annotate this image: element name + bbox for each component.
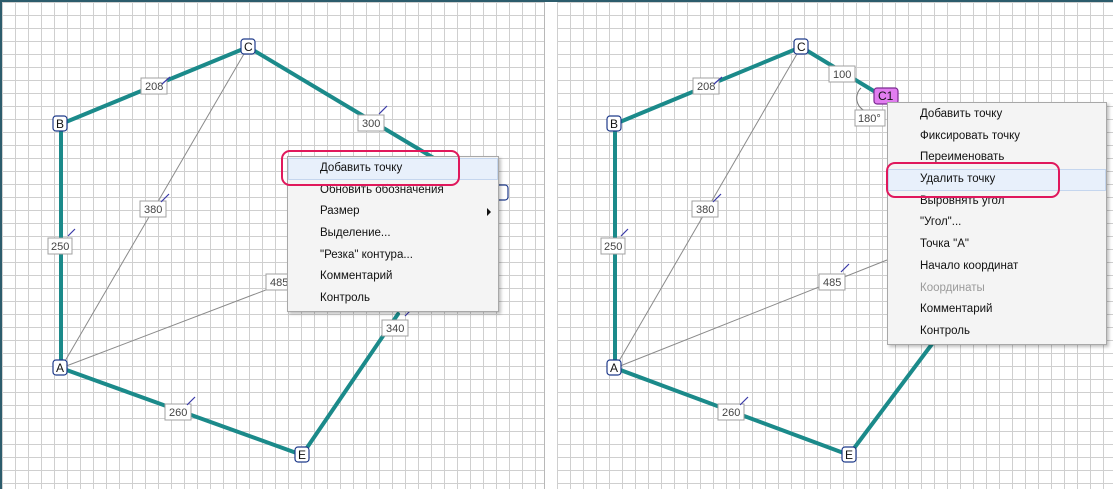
- right-canvas[interactable]: 208 100 250 380 485 260 180° C C1 B A E …: [557, 2, 1113, 489]
- vertex-c[interactable]: C: [240, 38, 256, 55]
- svg-text:180°: 180°: [858, 113, 881, 125]
- vertex-a[interactable]: A: [52, 359, 68, 376]
- panel-gap: [545, 2, 557, 489]
- svg-text:250: 250: [604, 241, 622, 253]
- edge-c-right: [246, 45, 439, 162]
- svg-text:C: C: [244, 40, 253, 54]
- menu-item-update-labels[interactable]: Обновить обозначения: [288, 180, 498, 202]
- edge-label-bc[interactable]: 208: [140, 76, 171, 95]
- svg-text:380: 380: [144, 204, 162, 216]
- menu-item-cut-contour[interactable]: "Резка" контура...: [288, 245, 498, 267]
- menu-item-point-a[interactable]: Точка "А": [888, 234, 1106, 256]
- svg-text:C: C: [797, 40, 806, 54]
- menu-item-size[interactable]: Размер: [288, 201, 498, 223]
- right-context-menu: Добавить точку Фиксировать точку Переиме…: [887, 102, 1107, 345]
- vertex-c[interactable]: C: [793, 38, 809, 55]
- edge-label-diagonal-ac[interactable]: 380: [139, 193, 170, 218]
- svg-text:A: A: [610, 361, 618, 375]
- svg-text:340: 340: [386, 323, 404, 335]
- diagonal-a-right: [614, 259, 888, 369]
- svg-text:485: 485: [270, 277, 288, 289]
- menu-item-selection[interactable]: Выделение...: [288, 223, 498, 245]
- svg-text:C1: C1: [878, 89, 894, 103]
- vertex-a[interactable]: A: [606, 359, 622, 376]
- edge-e-right: [847, 338, 937, 457]
- svg-text:250: 250: [51, 241, 69, 253]
- menu-item-fix-point[interactable]: Фиксировать точку: [888, 126, 1106, 148]
- edge-label-c-right[interactable]: 300: [357, 105, 388, 132]
- menu-item-coordinates: Координаты: [920, 281, 985, 294]
- menu-item-comment[interactable]: Комментарий: [288, 266, 498, 288]
- menu-item-add-point[interactable]: Добавить точку: [888, 104, 1106, 126]
- vertex-e[interactable]: E: [294, 446, 310, 463]
- vertex-e[interactable]: E: [841, 446, 857, 463]
- left-context-menu: Добавить точку Обновить обозначения Разм…: [287, 156, 499, 312]
- svg-text:300: 300: [362, 118, 380, 130]
- svg-text:B: B: [610, 117, 618, 131]
- submenu-arrow-icon: [487, 208, 491, 217]
- menu-item-control[interactable]: Контроль: [888, 321, 1106, 343]
- svg-text:380: 380: [696, 204, 714, 216]
- svg-text:100: 100: [833, 69, 851, 81]
- svg-text:B: B: [56, 117, 64, 131]
- edge-label-bc[interactable]: 208: [692, 76, 723, 95]
- svg-text:485: 485: [823, 277, 841, 289]
- edge-label-diagonal-a-right[interactable]: 485: [818, 263, 850, 291]
- edge-label-ae[interactable]: 260: [717, 396, 749, 421]
- menu-item-rename[interactable]: Переименовать: [888, 147, 1106, 169]
- menu-item-control[interactable]: Контроль: [288, 288, 498, 310]
- menu-item-size-label: Размер: [320, 205, 360, 218]
- edge-label-ae[interactable]: 260: [164, 396, 196, 421]
- menu-item-comment[interactable]: Комментарий: [888, 299, 1106, 321]
- left-canvas[interactable]: 208 300 250 380 485 340 260 C B A E Доба…: [2, 2, 545, 489]
- menu-item-add-point[interactable]: Добавить точку: [288, 158, 498, 180]
- svg-text:208: 208: [145, 81, 163, 93]
- vertex-b[interactable]: B: [52, 115, 68, 132]
- svg-text:E: E: [298, 448, 306, 462]
- angle-arc: [856, 87, 870, 113]
- menu-item-angle[interactable]: "Угол"...: [888, 212, 1106, 234]
- menu-item-delete-point[interactable]: Удалить точку: [888, 169, 1106, 191]
- menu-item-origin[interactable]: Начало координат: [888, 256, 1106, 278]
- diagonal-a-right: [60, 279, 293, 369]
- svg-text:260: 260: [722, 407, 740, 419]
- svg-text:260: 260: [169, 407, 187, 419]
- angle-label[interactable]: 180°: [854, 109, 886, 127]
- edge-label-c-c1[interactable]: 100: [828, 65, 856, 83]
- svg-text:A: A: [56, 361, 64, 375]
- edge-label-diagonal-ac[interactable]: 380: [691, 193, 722, 218]
- svg-text:E: E: [845, 448, 853, 462]
- svg-text:208: 208: [697, 81, 715, 93]
- vertex-b[interactable]: B: [606, 115, 622, 132]
- menu-item-align-angle[interactable]: Выровнять угол: [888, 191, 1106, 213]
